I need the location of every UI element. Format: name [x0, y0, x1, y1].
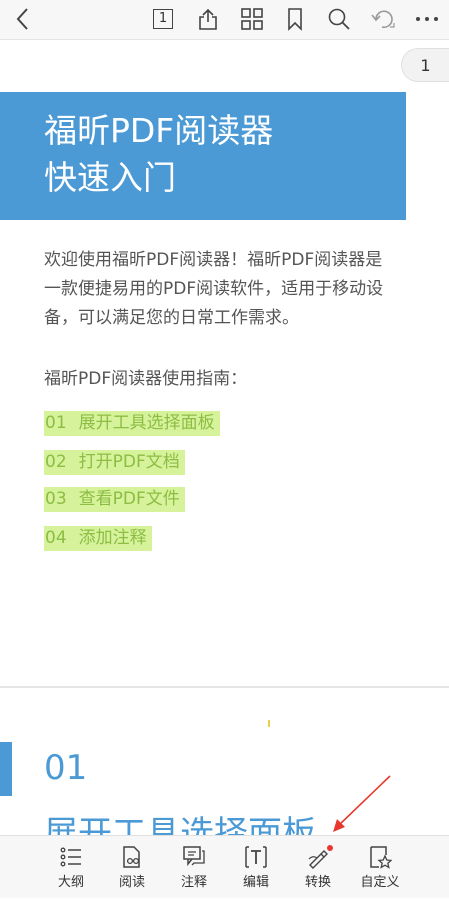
edit-button[interactable]: 编辑	[225, 836, 287, 899]
grid-icon	[241, 8, 263, 30]
comment-button[interactable]: 注释	[163, 836, 225, 899]
share-button[interactable]	[193, 4, 223, 34]
edit-label: 编辑	[242, 875, 269, 890]
page-number-value: 1	[158, 11, 168, 26]
search-button[interactable]	[323, 4, 355, 34]
thumbnails-button[interactable]	[236, 4, 268, 34]
more-button[interactable]	[411, 4, 443, 34]
toc-item-02[interactable]: 02 打开PDF文档	[44, 450, 185, 475]
bottom-toolbar: 大纲 阅读 注释 编辑 转换 自定义	[0, 835, 449, 898]
more-icon	[416, 17, 438, 21]
page-counter[interactable]: 1	[401, 48, 449, 82]
toc-item-04[interactable]: 04 添加注释	[44, 526, 152, 551]
outline-label: 大纲	[57, 875, 84, 890]
bookmark-button[interactable]	[280, 4, 310, 34]
intro-line-3: 备，可以满足您的日常工作需求。	[44, 308, 299, 328]
toc-item-text: 打开PDF文档	[78, 452, 180, 472]
page-number-button[interactable]: 1	[148, 4, 178, 34]
top-toolbar: 1	[0, 0, 449, 40]
undo-button[interactable]	[367, 4, 399, 34]
comment-label: 注释	[180, 875, 207, 890]
text-cursor-marker	[268, 720, 270, 727]
bookmark-icon	[288, 8, 302, 31]
page-number-box: 1	[153, 9, 173, 29]
intro-line-1: 欢迎使用福昕PDF阅读器！福昕PDF阅读器是	[44, 250, 383, 270]
read-label: 阅读	[118, 875, 145, 890]
document-title-line-1: 福昕PDF阅读器	[44, 111, 274, 150]
page-divider	[0, 686, 449, 688]
read-icon	[123, 846, 140, 868]
section-accent-bar	[0, 742, 12, 796]
convert-button[interactable]: 转换	[287, 836, 349, 899]
toc-item-number: 04	[45, 528, 67, 548]
section-number: 01	[44, 748, 88, 788]
comment-icon	[183, 846, 205, 867]
read-button[interactable]: 阅读	[101, 836, 163, 899]
toc-item-number: 02	[45, 452, 67, 472]
title-banner: 福昕PDF阅读器 快速入门	[0, 92, 406, 220]
toc-item-text: 查看PDF文件	[78, 489, 180, 509]
customize-button[interactable]: 自定义	[349, 836, 411, 899]
intro-line-2: 一款便捷易用的PDF阅读软件，适用于移动设	[44, 279, 384, 299]
undo-icon	[371, 10, 395, 29]
back-button[interactable]	[6, 4, 40, 34]
share-icon	[199, 8, 217, 30]
toc-item-text: 添加注释	[78, 528, 147, 548]
document-title-line-2: 快速入门	[44, 158, 176, 197]
notification-dot	[327, 845, 333, 851]
convert-label: 转换	[304, 875, 331, 890]
chevron-left-icon	[16, 8, 28, 30]
toc-item-01[interactable]: 01 展开工具选择面板	[44, 411, 220, 436]
outline-icon	[60, 847, 81, 867]
page-counter-value: 1	[420, 55, 431, 75]
toc-item-number: 01	[45, 413, 67, 433]
toc-item-03[interactable]: 03 查看PDF文件	[44, 487, 185, 512]
search-icon	[328, 8, 350, 30]
customize-icon	[370, 846, 392, 869]
edit-icon	[245, 846, 267, 868]
toc-item-number: 03	[45, 489, 67, 509]
toc-item-text: 展开工具选择面板	[78, 413, 215, 433]
outline-button[interactable]: 大纲	[40, 836, 102, 899]
guide-heading: 福昕PDF阅读器使用指南：	[44, 369, 248, 389]
customize-label: 自定义	[360, 875, 400, 890]
